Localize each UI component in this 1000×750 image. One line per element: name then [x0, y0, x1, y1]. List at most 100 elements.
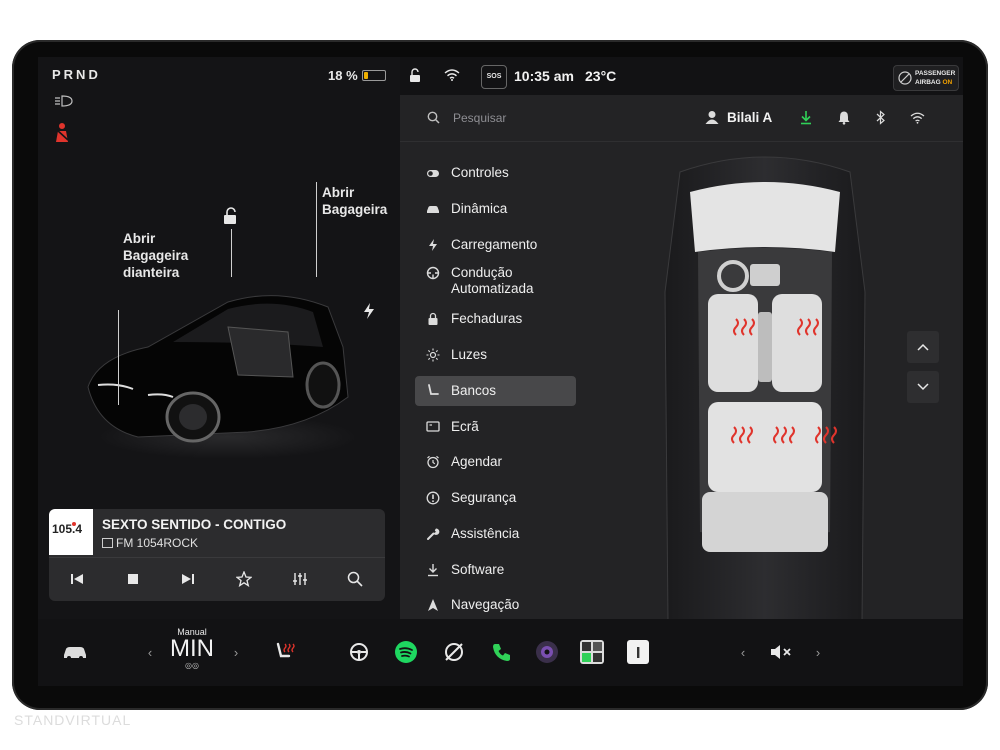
car-icon [426, 202, 440, 216]
seat-heater-rear-right[interactable] [812, 417, 842, 453]
bolt-icon [426, 238, 440, 252]
wrench-icon [426, 527, 440, 541]
chevron-right-icon: › [233, 644, 239, 660]
user-icon[interactable] [705, 110, 719, 125]
search-icon [347, 571, 363, 587]
equalizer-button[interactable] [284, 567, 316, 591]
seat-heater-rear-left[interactable] [728, 417, 758, 453]
seat-heat-icon [773, 426, 795, 444]
airbag-icon [898, 71, 912, 85]
bluetooth-icon[interactable] [875, 110, 887, 125]
seat-heater-car-diagram [664, 156, 866, 619]
station-logo[interactable]: 105.4 [49, 509, 93, 555]
wifi-status-icon [444, 69, 460, 81]
screen: PRND 18 % Abrir Bagageira dianteira Abri… [38, 57, 963, 619]
spotify-button[interactable] [393, 637, 419, 667]
unlock-car-icon[interactable] [221, 207, 239, 225]
search-icon [427, 111, 440, 124]
charge-port-icon[interactable] [362, 302, 376, 320]
climate-control[interactable]: Manual MIN ◎◎ [166, 627, 218, 679]
menu-item-label: Ecrã [451, 419, 479, 434]
calendar-button[interactable] [625, 637, 651, 667]
seatbelt-warning-icon [56, 123, 69, 142]
rear-trunk-label-1: Abrir [322, 185, 355, 200]
seat-heater-driver[interactable] [730, 309, 760, 345]
open-front-trunk-button[interactable]: Abrir Bagageira dianteira [123, 230, 188, 281]
menu-item-label: Dinâmica [451, 201, 508, 216]
menu-item-agendar[interactable]: Agendar [415, 447, 576, 477]
software-update-icon[interactable] [799, 110, 813, 125]
dashcam-button[interactable] [534, 637, 560, 667]
search-field[interactable]: Pesquisar [418, 105, 618, 131]
car-icon [64, 647, 86, 660]
lock-status-icon[interactable] [408, 68, 422, 83]
display-icon [426, 420, 440, 434]
stop-button[interactable] [117, 567, 149, 591]
open-rear-trunk-button[interactable]: Abrir Bagageira [322, 184, 387, 218]
menu-item-assistencia[interactable]: Assistência [415, 519, 576, 549]
favorite-button[interactable] [228, 567, 260, 591]
menu-item-conducao[interactable]: Condução Automatizada [415, 258, 576, 298]
steering-heat-button[interactable] [346, 637, 372, 667]
menu-item-luzes[interactable]: Luzes [415, 340, 576, 370]
seat-heater-rear-center[interactable] [770, 417, 800, 453]
clock: 10:35 am [514, 68, 574, 84]
apps-launcher-button[interactable] [579, 637, 605, 667]
menu-item-ecra[interactable]: Ecrã [415, 412, 576, 442]
menu-item-software[interactable]: Software [415, 555, 576, 585]
center-callout-line [231, 229, 232, 277]
station-logo-text: 105.4 [52, 522, 83, 536]
seat-heater-passenger[interactable] [794, 309, 824, 345]
track-title: SEXTO SENTIDO - CONTIGO [102, 517, 287, 532]
menu-item-fechaduras[interactable]: Fechaduras [415, 304, 576, 334]
phone-icon [493, 644, 510, 661]
notification-bell-icon[interactable] [837, 110, 851, 125]
calendar-icon [627, 640, 649, 664]
scroll-down-button[interactable] [907, 371, 939, 403]
camera-off-button[interactable] [441, 637, 467, 667]
menu-item-carregamento[interactable]: Carregamento [415, 230, 576, 260]
alarm-icon [426, 455, 440, 469]
sos-button[interactable]: SOS [481, 65, 507, 89]
front-trunk-callout-line [118, 310, 119, 405]
battery-fill [364, 72, 368, 79]
car-illustration [87, 295, 358, 459]
menu-item-label: Automatizada [451, 281, 534, 296]
station-name-text: FM 1054ROCK [116, 536, 199, 550]
seat-heat-icon [733, 318, 755, 336]
car-button[interactable] [60, 637, 90, 667]
front-trunk-label-1: Abrir [123, 231, 156, 246]
wifi-icon[interactable] [910, 112, 925, 124]
menu-item-bancos[interactable]: Bancos [415, 376, 576, 406]
menu-item-label: Fechaduras [451, 311, 523, 326]
phone-button[interactable] [489, 637, 515, 667]
apps-grid-icon [580, 640, 604, 664]
menu-item-controles[interactable]: Controles [415, 158, 576, 188]
fan-decrease-button[interactable]: ‹ [142, 637, 158, 667]
previous-track-button[interactable] [61, 567, 93, 591]
seat-heat-icon [276, 642, 295, 658]
mute-button[interactable] [766, 637, 796, 667]
seat-icon [426, 384, 440, 398]
menu-item-seguranca[interactable]: Segurança [415, 483, 576, 513]
scroll-up-button[interactable] [907, 331, 939, 363]
gear-selector: PRND [52, 67, 101, 82]
navigation-icon [426, 598, 440, 612]
menu-item-label: Software [451, 562, 505, 577]
next-track-button[interactable] [172, 567, 204, 591]
front-trunk-label-2: Bagageira [123, 248, 189, 263]
sun-icon [426, 348, 440, 362]
menu-item-dinamica[interactable]: Dinâmica [415, 194, 576, 224]
steering-wheel-icon [426, 266, 440, 280]
rear-trunk-label-2: Bagageira [322, 202, 388, 217]
volume-down-button[interactable]: ‹ [735, 637, 751, 667]
fan-increase-button[interactable]: › [228, 637, 244, 667]
seat-heater-button[interactable] [271, 637, 297, 667]
menu-item-label: Carregamento [451, 237, 538, 252]
camera-lens-icon [536, 641, 558, 663]
fan-speed-label: MIN [170, 635, 214, 662]
user-profile-name[interactable]: Bilali A [727, 110, 772, 125]
media-search-button[interactable] [339, 567, 371, 591]
volume-up-button[interactable]: › [810, 637, 826, 667]
menu-item-navegacao[interactable]: Navegação [415, 590, 576, 619]
